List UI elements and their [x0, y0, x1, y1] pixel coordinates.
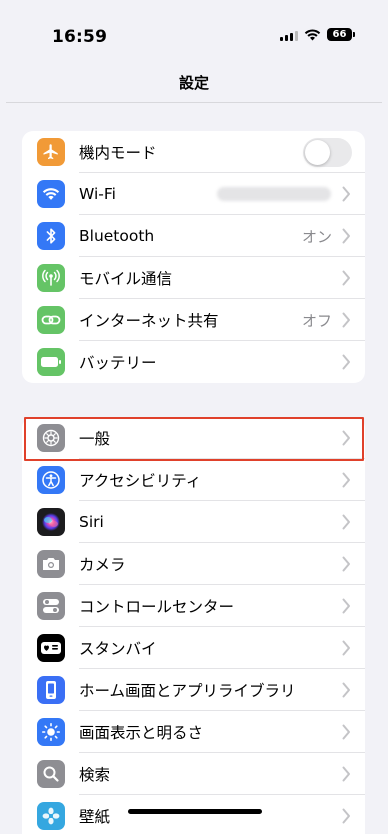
chevron-right-icon — [342, 682, 350, 698]
settings-row-standby[interactable]: スタンバイ — [22, 627, 365, 669]
chevron-right-icon — [342, 228, 350, 244]
chevron-right-icon — [342, 598, 350, 614]
settings-row-label: アクセシビリティ — [79, 472, 202, 490]
chevron-right-icon — [342, 766, 350, 782]
settings-row-camera[interactable]: カメラ — [22, 543, 365, 585]
settings-row-label: 画面表示と明るさ — [79, 724, 204, 742]
settings-row-accessibility[interactable]: アクセシビリティ — [22, 459, 365, 501]
settings-row-home-screen[interactable]: ホーム画面とアプリライブラリ — [22, 669, 365, 711]
status-icons: 66 — [280, 28, 355, 41]
wifi-network-name-blurred — [217, 187, 331, 201]
chevron-right-icon — [342, 186, 350, 202]
settings-group-connectivity: 機内モード Wi-Fi Bluetooth オン モバイル通信 インターネット共… — [22, 131, 365, 383]
hotspot-status-value: オフ — [301, 311, 332, 330]
settings-row-search[interactable]: 検索 — [22, 753, 365, 795]
settings-row-label: カメラ — [79, 556, 126, 574]
settings-row-siri[interactable]: Siri — [22, 501, 365, 543]
settings-group-general: 一般 アクセシビリティ Siri カメラ コントロールセンター スタンバイ ホー… — [22, 417, 365, 834]
settings-row-personal-hotspot[interactable]: インターネット共有 オフ — [22, 299, 365, 341]
wifi-status-icon — [304, 28, 321, 40]
settings-row-wallpaper[interactable]: 壁紙 — [22, 795, 365, 834]
chevron-right-icon — [342, 556, 350, 572]
settings-row-label: コントロールセンター — [79, 598, 235, 616]
settings-row-label: 壁紙 — [79, 808, 111, 826]
camera-icon — [37, 550, 65, 578]
chevron-right-icon — [342, 430, 350, 446]
battery-icon — [37, 348, 65, 376]
airplane-mode-toggle[interactable] — [303, 138, 352, 167]
status-time: 16:59 — [52, 27, 108, 47]
settings-row-airplane-mode[interactable]: 機内モード — [22, 131, 365, 173]
battery-level: 66 — [332, 29, 347, 40]
link-icon — [37, 306, 65, 334]
antenna-icon — [37, 264, 65, 292]
nav-divider — [6, 102, 382, 103]
search-icon — [37, 760, 65, 788]
settings-row-label: スタンバイ — [79, 640, 157, 658]
settings-row-label: 検索 — [79, 766, 111, 784]
status-bar: 16:59 66 — [0, 0, 388, 60]
settings-row-label: Siri — [79, 513, 104, 531]
airplane-icon — [37, 138, 65, 166]
chevron-right-icon — [342, 640, 350, 656]
settings-row-battery[interactable]: バッテリー — [22, 341, 365, 383]
wallpaper-icon — [37, 802, 65, 830]
chevron-right-icon — [342, 808, 350, 824]
gear-icon — [37, 424, 65, 452]
settings-row-bluetooth[interactable]: Bluetooth オン — [22, 215, 365, 257]
settings-row-label: 機内モード — [79, 144, 157, 162]
battery-status-icon: 66 — [327, 28, 355, 41]
settings-row-label: モバイル通信 — [79, 270, 173, 288]
home-indicator[interactable] — [128, 809, 262, 814]
settings-row-display-brightness[interactable]: 画面表示と明るさ — [22, 711, 365, 753]
chevron-right-icon — [342, 514, 350, 530]
accessibility-icon — [37, 466, 65, 494]
settings-row-label: バッテリー — [79, 354, 157, 372]
chevron-right-icon — [342, 270, 350, 286]
switches-icon — [37, 592, 65, 620]
settings-row-wifi[interactable]: Wi-Fi — [22, 173, 365, 215]
cellular-signal-icon — [280, 29, 298, 41]
settings-row-mobile-data[interactable]: モバイル通信 — [22, 257, 365, 299]
bluetooth-icon — [37, 222, 65, 250]
wifi-icon — [37, 180, 65, 208]
page-title: 設定 — [178, 74, 209, 92]
settings-row-control-center[interactable]: コントロールセンター — [22, 585, 365, 627]
chevron-right-icon — [342, 354, 350, 370]
settings-row-label: 一般 — [79, 430, 111, 448]
settings-row-general[interactable]: 一般 — [22, 417, 365, 459]
standby-icon — [37, 634, 65, 662]
settings-row-label: Wi-Fi — [79, 185, 116, 203]
siri-icon — [37, 508, 65, 536]
home-screen-icon — [37, 676, 65, 704]
bluetooth-status-value: オン — [301, 227, 332, 246]
toggle-knob — [305, 140, 330, 165]
settings-row-label: Bluetooth — [79, 227, 155, 245]
chevron-right-icon — [342, 312, 350, 328]
brightness-icon — [37, 718, 65, 746]
chevron-right-icon — [342, 472, 350, 488]
chevron-right-icon — [342, 724, 350, 740]
settings-row-label: インターネット共有 — [79, 312, 219, 330]
settings-row-label: ホーム画面とアプリライブラリ — [79, 682, 296, 700]
